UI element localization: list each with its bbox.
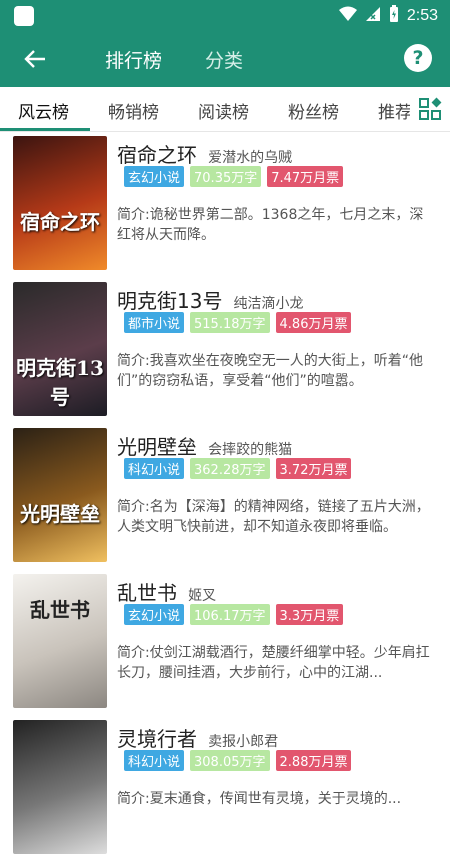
book-author: 纯洁滴小龙 [233,296,304,312]
rank-tab-strip: 风云榜 畅销榜 阅读榜 粉丝榜 推荐榜 [0,87,450,132]
cover-title: 宿命之环 [20,210,100,234]
category-grid-button[interactable] [410,87,450,131]
cover-title: 明克街13号 [16,356,104,409]
book-item[interactable]: 宿命之环 宿命之环 爱潜水的乌贼 玄幻小说 70.35万字 7.47万月票 简介… [0,132,450,278]
book-cover[interactable]: 光明壁垒 [13,428,107,562]
book-cover[interactable]: 乱世书 [13,574,107,708]
word-count-badge: 70.35万字 [190,166,262,187]
book-tags: 科幻小说 308.05万字 2.88万月票 [124,750,352,771]
cover-title: 光明壁垒 [20,502,100,526]
notification-icon [14,6,34,26]
help-button[interactable]: ? [404,44,432,72]
book-intro: 简介:诡秘世界第二部。1368之年，七月之末，深红将从天而降。 [117,207,424,243]
arrow-left-icon [24,50,45,68]
book-title[interactable]: 光明壁垒 [117,435,197,459]
book-intro: 简介:名为【深海】的精神网络，链接了五片大洲，人类文明飞快前进，却不知道永夜即将… [117,499,430,535]
tab-ranking[interactable]: 排行榜 [105,46,162,73]
rank-tab-fans[interactable]: 粉丝榜 [288,98,339,123]
battery-icon [389,5,399,27]
book-author: 会摔跤的熊猫 [208,442,293,458]
monthly-votes-badge: 7.47万月票 [267,166,344,187]
signal-icon [365,6,381,26]
tab-category[interactable]: 分类 [205,46,243,73]
book-intro: 简介:夏末通食，传闻世有灵境，关于灵境的... [117,791,402,807]
book-item[interactable]: 乱世书 乱世书 姬叉 玄幻小说 106.17万字 3.3万月票 简介:仗剑江湖载… [0,570,450,716]
rank-tab-reading[interactable]: 阅读榜 [198,98,249,123]
book-tags: 都市小说 515.18万字 4.86万月票 [124,312,352,333]
genre-badge: 都市小说 [124,312,185,333]
book-tags: 玄幻小说 106.17万字 3.3万月票 [124,604,344,625]
book-intro: 简介:我喜欢坐在夜晚空无一人的大街上，听着“他们”的窃窃私语，享受着“他们”的喧… [117,353,423,389]
book-intro: 简介:仗剑江湖载酒行，楚腰纤细掌中轻。少年肩扛长刀，腰间挂酒，大步前行，心中的江… [117,645,430,681]
book-cover[interactable]: 宿命之环 [13,136,107,270]
book-item[interactable]: 光明壁垒 光明壁垒 会摔跤的熊猫 科幻小说 362.28万字 3.72万月票 简… [0,424,450,570]
book-tags: 玄幻小说 70.35万字 7.47万月票 [124,166,344,187]
book-item[interactable]: 灵境行者 卖报小郎君 科幻小说 308.05万字 2.88万月票 简介:夏末通食… [0,716,450,862]
book-cover[interactable]: 明克街13号 [13,282,107,416]
genre-badge: 玄幻小说 [124,166,185,187]
monthly-votes-badge: 2.88万月票 [275,750,352,771]
book-cover[interactable] [13,720,107,854]
app-bar: 排行榜 分类 ? [0,32,450,87]
grid-icon [419,97,442,120]
rank-tab-fengyun[interactable]: 风云榜 [18,98,69,123]
status-time: 2:53 [406,7,438,24]
book-author: 卖报小郎君 [208,734,279,750]
word-count-badge: 362.28万字 [190,458,270,479]
book-title[interactable]: 灵境行者 [117,727,197,751]
status-bar: 2:53 [0,0,450,32]
book-author: 爱潜水的乌贼 [208,150,293,166]
book-title[interactable]: 明克街13号 [117,289,222,313]
word-count-badge: 515.18万字 [190,312,270,333]
back-button[interactable] [18,44,52,74]
book-title[interactable]: 乱世书 [117,581,177,605]
book-title[interactable]: 宿命之环 [117,143,197,167]
book-list: 宿命之环 宿命之环 爱潜水的乌贼 玄幻小说 70.35万字 7.47万月票 简介… [0,132,450,862]
monthly-votes-badge: 4.86万月票 [275,312,352,333]
monthly-votes-badge: 3.72万月票 [275,458,352,479]
word-count-badge: 308.05万字 [190,750,270,771]
cover-title: 乱世书 [30,598,90,622]
book-tags: 科幻小说 362.28万字 3.72万月票 [124,458,352,479]
book-author: 姬叉 [188,588,217,604]
active-tab-indicator [0,128,90,131]
genre-badge: 科幻小说 [124,750,185,771]
book-item[interactable]: 明克街13号 明克街13号 纯洁滴小龙 都市小说 515.18万字 4.86万月… [0,278,450,424]
monthly-votes-badge: 3.3万月票 [275,604,344,625]
word-count-badge: 106.17万字 [190,604,270,625]
genre-badge: 科幻小说 [124,458,185,479]
wifi-icon [338,6,357,26]
genre-badge: 玄幻小说 [124,604,185,625]
rank-tab-bestseller[interactable]: 畅销榜 [108,98,159,123]
